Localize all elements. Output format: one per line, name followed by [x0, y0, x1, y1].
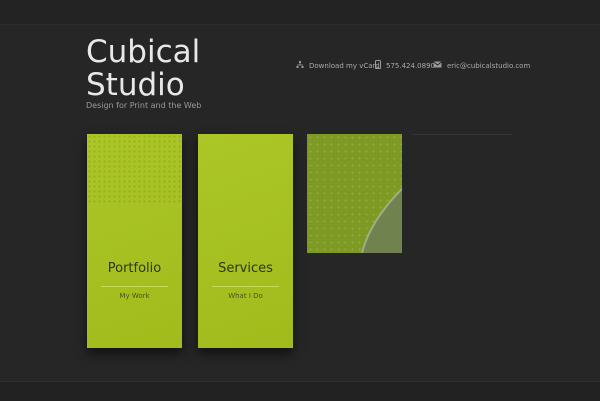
- top-bar: [0, 0, 600, 25]
- email-address: eric@cubicalstudio.com: [447, 62, 531, 70]
- arc-graphic: [361, 188, 402, 253]
- services-panel[interactable]: Services What I Do: [198, 134, 293, 348]
- portfolio-title: Portfolio: [107, 261, 162, 276]
- email-link[interactable]: eric@cubicalstudio.com: [433, 61, 530, 71]
- feature-tile[interactable]: [307, 134, 402, 253]
- portfolio-panel[interactable]: Portfolio My Work: [87, 134, 182, 348]
- divider: [212, 286, 279, 287]
- phone-icon: [375, 60, 381, 72]
- vcard-label: Download my vCard: [309, 62, 380, 70]
- portfolio-subtitle: My Work: [119, 292, 150, 300]
- envelope-icon: [433, 61, 442, 71]
- services-title: Services: [218, 261, 273, 276]
- site-tagline: Design for Print and the Web: [86, 101, 202, 110]
- network-icon: [296, 60, 304, 72]
- phone-number: 575.424.0890: [386, 62, 435, 70]
- phone-contact: 575.424.0890: [375, 60, 435, 72]
- services-subtitle: What I Do: [228, 292, 263, 300]
- bottom-bar: [0, 381, 600, 401]
- download-vcard-link[interactable]: Download my vCard: [296, 60, 380, 72]
- site-title[interactable]: Cubical Studio: [86, 36, 216, 102]
- divider: [413, 134, 513, 135]
- divider: [101, 286, 168, 287]
- brand[interactable]: Cubical Studio: [86, 36, 216, 102]
